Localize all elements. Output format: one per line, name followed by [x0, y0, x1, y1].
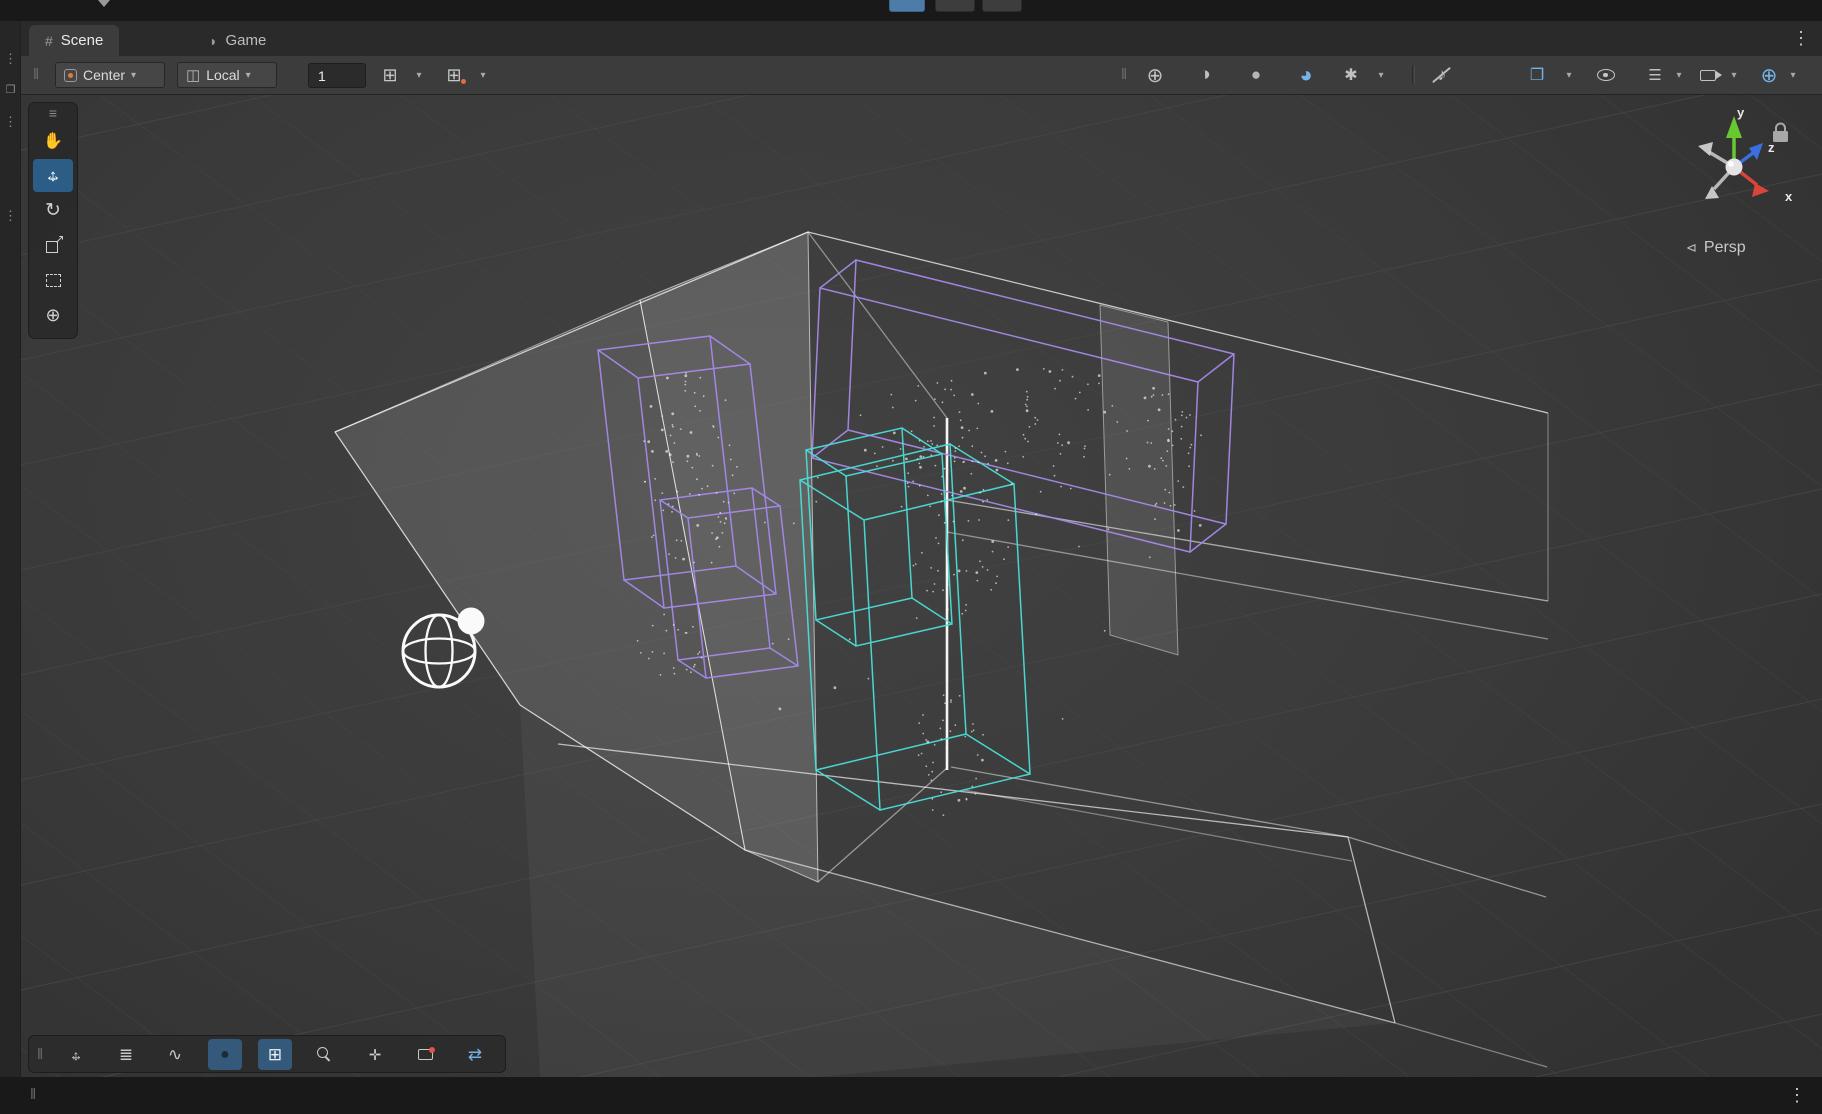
scene-grid-icon: #: [45, 33, 53, 49]
bottom-bar: ‖ ⋮: [0, 1077, 1822, 1114]
play-button[interactable]: [889, 0, 925, 12]
gizmos-globe-icon[interactable]: ⊕: [1753, 60, 1785, 90]
rect-tool[interactable]: [33, 264, 73, 297]
record-button[interactable]: [408, 1039, 442, 1070]
layers-caret[interactable]: ▾: [1562, 60, 1576, 90]
grid-snap-button[interactable]: ⊞: [370, 60, 410, 90]
pivot-icon: [64, 69, 77, 82]
increment-snap-caret[interactable]: ▾: [476, 60, 490, 90]
tab-scene-label: Scene: [61, 32, 104, 49]
stack-caret[interactable]: ▾: [1672, 60, 1686, 90]
left-rail: ⋮ ❐ ⋮ ⋮: [0, 21, 21, 1077]
move-overlay-button[interactable]: ↔↕: [59, 1039, 93, 1070]
signal-button[interactable]: ∿: [158, 1039, 192, 1070]
overlay-toolbar: ‖ ↔↕ ≣ ∿ ● ⊞ ✛ ⇄: [28, 1035, 506, 1073]
particles-caret[interactable]: ▾: [1374, 60, 1388, 90]
grid-snap-caret[interactable]: ▾: [412, 60, 426, 90]
tab-bar: # Scene ◗ Game ⋮: [21, 21, 1822, 56]
tool-palette: ≡ ✋ ↔↕ ↻ ↗ ⊕: [28, 102, 78, 339]
tab-game[interactable]: ◗ Game: [193, 25, 282, 56]
view-hand-tool[interactable]: ✋: [33, 124, 73, 157]
chevron-down-icon: ▾: [246, 70, 251, 81]
chevron-down-icon: ▾: [131, 70, 136, 81]
axis-move-button[interactable]: ✛: [358, 1039, 392, 1070]
move-tool[interactable]: ↔↕: [33, 159, 73, 192]
grid-button[interactable]: ⊞: [258, 1039, 292, 1070]
increment-snap-button[interactable]: ⊞: [434, 60, 474, 90]
room-wireframe: [335, 232, 1548, 1077]
record-camera-icon: [418, 1049, 433, 1060]
lighting-icon[interactable]: ◑: [1189, 60, 1221, 90]
bottom-bar-handle[interactable]: ‖: [30, 1086, 36, 1103]
palette-drag-handle[interactable]: ≡: [49, 106, 57, 123]
scale-icon: ↗: [46, 241, 58, 253]
axis-x-label: x: [1785, 189, 1793, 204]
eye-icon: [1597, 69, 1615, 81]
rotate-tool[interactable]: ↻: [33, 194, 73, 227]
cube-icon: ◫: [186, 66, 200, 84]
rail-kebab-icon[interactable]: ⋮: [0, 51, 21, 67]
cyan-bounds-boxes: [800, 428, 1030, 810]
rotation-mode-dropdown[interactable]: ◫ Local ▾: [177, 62, 277, 88]
shaded-mode-icon[interactable]: ⊕: [1139, 60, 1171, 90]
orientation-gizmo[interactable]: y z x: [1698, 105, 1793, 204]
scene-viewport[interactable]: y z x: [21, 95, 1822, 1077]
axis-z-label: z: [1768, 140, 1775, 155]
visibility-eye-icon[interactable]: [1590, 60, 1622, 90]
shuffle-button[interactable]: ⇄: [458, 1039, 492, 1070]
tab-game-label: Game: [225, 32, 266, 49]
layers-icon[interactable]: ❐: [1521, 60, 1553, 90]
rail-kebab-icon[interactable]: ⋮: [0, 208, 21, 224]
toolbar-drag-handle[interactable]: ‖: [33, 66, 39, 83]
stack-icon[interactable]: ☰: [1639, 60, 1671, 90]
scale-tool[interactable]: ↗: [33, 229, 73, 262]
toolbar-divider: [1412, 66, 1413, 84]
audio-icon[interactable]: ●: [1240, 60, 1272, 90]
rotation-label: Local: [206, 67, 239, 83]
unity-editor-window: # Scene ◗ Game ⋮ ‖ Center ▾ ◫ Local ▾ ⊞ …: [0, 0, 1822, 1114]
search-button[interactable]: [308, 1039, 342, 1070]
camera-caret[interactable]: ▾: [1727, 60, 1741, 90]
pivot-mode-dropdown[interactable]: Center ▾: [55, 62, 165, 88]
transform-tool[interactable]: ⊕: [33, 299, 73, 332]
tab-scene[interactable]: # Scene: [29, 25, 119, 56]
top-strip: [0, 0, 1822, 21]
sphere-button[interactable]: ●: [208, 1039, 242, 1070]
pivot-label: Center: [83, 67, 125, 83]
scene-view[interactable]: y z x ⊲ Persp: [21, 95, 1822, 1077]
scene-toolbar: ‖ Center ▾ ◫ Local ▾ ⊞ ▾ ⊞ ▾ ‖ ⊕ ◑ ● ◕ ✱…: [21, 56, 1822, 95]
move-arrows-icon: ↔↕: [68, 1046, 85, 1063]
camera-icon[interactable]: [1692, 60, 1724, 90]
pop-out-icon[interactable]: ❐: [0, 83, 21, 96]
toolbar-separator: ‖: [1121, 66, 1127, 83]
tab-bar-menu-icon[interactable]: ⋮: [1792, 29, 1810, 47]
gizmos-caret[interactable]: ▾: [1786, 60, 1800, 90]
search-icon: [317, 1047, 333, 1063]
projection-label[interactable]: ⊲ Persp: [1686, 239, 1746, 257]
grid-size-field[interactable]: [308, 63, 366, 88]
pause-button[interactable]: [935, 0, 975, 12]
particles-icon[interactable]: ✱: [1335, 60, 1367, 90]
overlay-drag-handle[interactable]: ‖: [37, 1046, 43, 1063]
bottom-bar-menu-icon[interactable]: ⋮: [1788, 1086, 1806, 1104]
effects-icon[interactable]: ◕: [1290, 60, 1322, 90]
video-camera-icon: [1700, 70, 1716, 81]
game-controller-icon: ◗: [209, 33, 217, 49]
rail-kebab-icon[interactable]: ⋮: [0, 114, 21, 130]
audio-mute-icon[interactable]: ♪: [1426, 60, 1458, 90]
step-button[interactable]: [982, 0, 1022, 12]
globe-gizmo[interactable]: [403, 608, 485, 688]
move-arrows-icon: ↔↕: [43, 166, 63, 186]
globe-dot: [458, 608, 485, 635]
axis-y-label: y: [1737, 105, 1745, 120]
rect-icon: [46, 274, 61, 287]
dropdown-wedge-icon: [98, 0, 110, 7]
hierarchy-button[interactable]: ≣: [109, 1039, 143, 1070]
lock-icon[interactable]: [1773, 124, 1788, 143]
persp-triangle-icon: ⊲: [1686, 240, 1697, 256]
